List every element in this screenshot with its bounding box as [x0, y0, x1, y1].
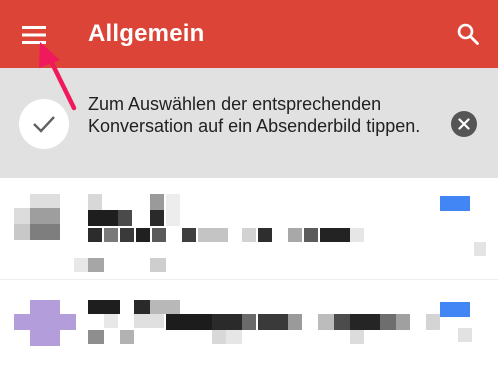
redacted-text — [474, 242, 486, 256]
close-icon — [458, 118, 470, 130]
redacted-text — [136, 228, 150, 242]
redacted-text — [150, 210, 164, 226]
redacted-text — [150, 300, 180, 314]
redacted-text — [288, 314, 302, 330]
redacted-text — [258, 228, 272, 242]
redacted-text — [182, 228, 196, 242]
app-bar: Allgemein — [0, 0, 498, 68]
tip-banner: Zum Auswählen der entsprechenden Konvers… — [0, 68, 498, 178]
redacted-text — [380, 314, 396, 330]
redacted-text — [120, 330, 134, 344]
redacted-text — [88, 300, 120, 314]
redacted-text — [350, 330, 364, 344]
redacted-text — [120, 228, 134, 242]
conversation-row[interactable] — [0, 280, 498, 373]
redacted-text — [166, 314, 212, 330]
avatar-pixel — [30, 224, 60, 240]
redacted-text — [426, 314, 440, 330]
label-tag — [440, 302, 470, 317]
redacted-text — [104, 314, 118, 328]
menu-button[interactable] — [10, 14, 58, 56]
redacted-text — [88, 194, 102, 210]
redacted-text — [118, 210, 132, 226]
avatar-pixel — [14, 314, 76, 330]
avatar-pixel — [30, 208, 60, 224]
banner-text: Zum Auswählen der entsprechenden Konvers… — [88, 94, 421, 136]
redacted-text — [242, 314, 256, 330]
redacted-text — [88, 258, 104, 272]
avatar-pixel — [30, 300, 60, 314]
page-title: Allgemein — [88, 20, 205, 47]
redacted-text — [350, 228, 364, 242]
redacted-text — [88, 228, 102, 242]
banner-check-badge — [19, 99, 69, 149]
redacted-text — [258, 314, 288, 330]
redacted-text — [88, 210, 118, 226]
label-tag — [440, 196, 470, 211]
redacted-text — [212, 314, 242, 330]
redacted-text — [288, 228, 302, 242]
redacted-text — [304, 228, 318, 242]
search-icon — [457, 23, 479, 45]
redacted-text — [134, 314, 164, 328]
conversation-list — [0, 178, 498, 373]
redacted-text — [212, 330, 226, 344]
gmail-screen: Allgemein Zum Auswählen der entsprechend… — [0, 0, 498, 373]
banner-close-button[interactable] — [451, 111, 477, 137]
checkmark-icon — [33, 116, 55, 133]
redacted-text — [150, 258, 166, 272]
hamburger-menu-icon — [22, 26, 46, 44]
redacted-text — [198, 228, 228, 242]
redacted-text — [458, 328, 472, 342]
redacted-text — [334, 314, 350, 330]
redacted-text — [396, 314, 410, 330]
avatar-pixel — [30, 194, 60, 208]
avatar-pixel — [30, 330, 60, 346]
redacted-text — [88, 330, 104, 344]
redacted-text — [74, 258, 88, 272]
redacted-text — [134, 300, 150, 314]
redacted-text — [152, 228, 166, 242]
avatar-pixel — [14, 208, 30, 224]
redacted-text — [320, 228, 350, 242]
redacted-text — [226, 330, 242, 344]
search-button[interactable] — [446, 12, 490, 56]
redacted-text — [242, 228, 256, 242]
redacted-text — [350, 314, 380, 330]
conversation-row[interactable] — [0, 178, 498, 280]
redacted-text — [104, 228, 118, 242]
redacted-text — [166, 194, 180, 226]
avatar-pixel — [14, 224, 30, 240]
redacted-text — [318, 314, 334, 330]
redacted-text — [150, 194, 164, 210]
